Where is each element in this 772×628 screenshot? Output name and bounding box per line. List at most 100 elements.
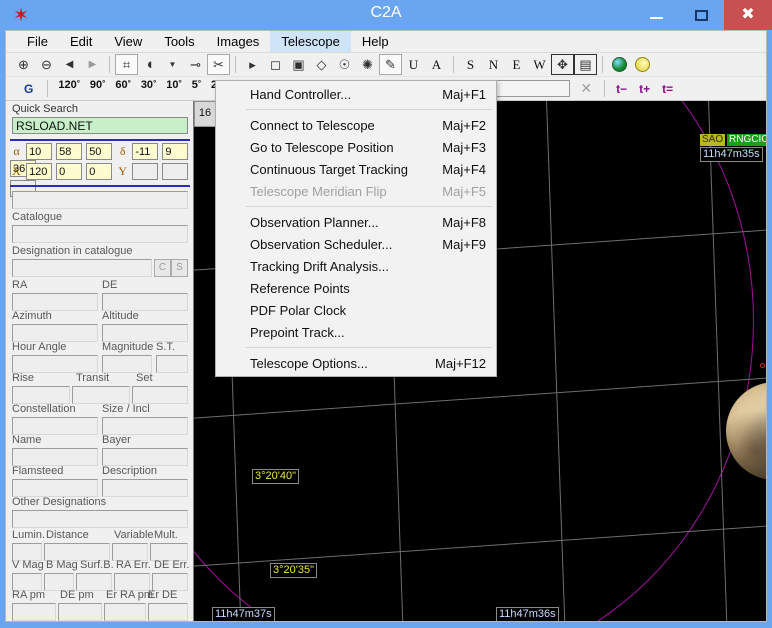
globe-icon[interactable] <box>608 54 631 75</box>
designation-field[interactable] <box>12 259 152 277</box>
pencil-icon[interactable]: ✎ <box>379 54 402 75</box>
time-forward-button[interactable]: t+ <box>633 82 656 96</box>
close-button[interactable]: ✖ <box>724 0 772 30</box>
horizon-icon[interactable]: ◖ <box>138 54 161 75</box>
constellation-field[interactable] <box>12 417 98 435</box>
direction-west-button[interactable]: W <box>528 54 551 75</box>
x3-input[interactable]: 0 <box>86 163 112 180</box>
zoom-out-icon[interactable]: ⊖ <box>35 54 58 75</box>
other-designations-field[interactable] <box>12 510 188 528</box>
menu-item-observation-scheduler[interactable]: Observation Scheduler... Maj+F9 <box>216 233 496 255</box>
menu-images[interactable]: Images <box>206 31 271 52</box>
fov-60-button[interactable]: 60° <box>110 79 135 99</box>
phobos-marker-icon[interactable] <box>760 363 765 368</box>
minimize-button[interactable] <box>634 0 679 30</box>
unknown-tool-f-icon[interactable]: ✺ <box>356 54 379 75</box>
description-field[interactable] <box>102 479 188 497</box>
strip-icon[interactable]: ▤ <box>574 54 597 75</box>
badge-sao[interactable]: SAO <box>700 134 725 146</box>
menu-tools[interactable]: Tools <box>153 31 205 52</box>
menu-item-prepoint-track[interactable]: Prepoint Track... <box>216 321 496 343</box>
transit-field[interactable] <box>72 386 130 404</box>
telescope-dropdown-menu[interactable]: Hand Controller... Maj+F1 Connect to Tel… <box>215 80 497 377</box>
object-name-field[interactable] <box>12 191 188 209</box>
fov-10-button[interactable]: 10° <box>161 79 186 99</box>
menu-help[interactable]: Help <box>351 31 400 52</box>
altitude-field[interactable] <box>102 324 188 342</box>
time-back-button[interactable]: t− <box>610 82 633 96</box>
object-search-input[interactable] <box>496 80 570 97</box>
menu-item-observation-planner[interactable]: Observation Planner... Maj+F8 <box>216 211 496 233</box>
menu-view[interactable]: View <box>103 31 153 52</box>
magnitude-field[interactable] <box>102 355 152 373</box>
menu-file[interactable]: File <box>16 31 59 52</box>
menu-item-tracking-drift-analysis[interactable]: Tracking Drift Analysis... <box>216 255 496 277</box>
x1-input[interactable]: 120 <box>26 163 52 180</box>
quick-search-input[interactable]: RSLOAD.NET <box>12 117 188 134</box>
fov-5-button[interactable]: 5° <box>187 79 206 99</box>
unknown-tool-a-icon[interactable]: ▸ <box>241 54 264 75</box>
er-de-pm-field[interactable] <box>148 603 188 621</box>
letter-a-icon[interactable]: A <box>425 54 448 75</box>
direction-south-button[interactable]: S <box>459 54 482 75</box>
menu-edit[interactable]: Edit <box>59 31 103 52</box>
ra-hours-input[interactable]: 10 <box>26 143 52 160</box>
menu-item-reference-points[interactable]: Reference Points <box>216 277 496 299</box>
time-now-button[interactable]: t= <box>656 82 679 96</box>
de-pm-field[interactable] <box>58 603 102 621</box>
mode-g-button[interactable]: G <box>12 82 42 96</box>
rise-field[interactable] <box>12 386 70 404</box>
menu-item-continuous-target-tracking[interactable]: Continuous Target Tracking Maj+F4 <box>216 158 496 180</box>
y2-input[interactable] <box>162 163 188 180</box>
direction-east-button[interactable]: E <box>505 54 528 75</box>
y1-input[interactable] <box>132 163 158 180</box>
grid-icon[interactable]: ⌗ <box>115 54 138 75</box>
menu-item-hand-controller[interactable]: Hand Controller... Maj+F1 <box>216 83 496 105</box>
moon-icon[interactable] <box>631 54 654 75</box>
x2-input[interactable]: 0 <box>56 163 82 180</box>
menu-item-go-to-telescope-position[interactable]: Go to Telescope Position Maj+F3 <box>216 136 496 158</box>
set-field[interactable] <box>132 386 188 404</box>
de-degrees-input[interactable]: -11 <box>132 143 158 160</box>
fov-90-button[interactable]: 90° <box>85 79 110 99</box>
bayer-field[interactable] <box>102 448 188 466</box>
ra-seconds-input[interactable]: 50 <box>86 143 112 160</box>
catalogue-s-button[interactable]: S <box>171 259 188 277</box>
chart-scroll-indicator[interactable]: 16 <box>194 101 216 127</box>
name-field[interactable] <box>12 448 98 466</box>
azimuth-field[interactable] <box>12 324 98 342</box>
clear-search-icon[interactable]: ✕ <box>573 80 599 97</box>
marker-icon[interactable]: ⊸ <box>184 54 207 75</box>
hour-angle-field[interactable] <box>12 355 98 373</box>
er-ra-pm-field[interactable] <box>104 603 146 621</box>
fov-30-button[interactable]: 30° <box>136 79 161 99</box>
unknown-tool-c-icon[interactable]: ▣ <box>287 54 310 75</box>
unknown-tool-d-icon[interactable]: ◇ <box>310 54 333 75</box>
ra-pm-field[interactable] <box>12 603 56 621</box>
unknown-tool-b-icon[interactable]: ◻ <box>264 54 287 75</box>
unknown-tool-e-icon[interactable]: ☉ <box>333 54 356 75</box>
flamsteed-field[interactable] <box>12 479 98 497</box>
menu-item-pdf-polar-clock[interactable]: PDF Polar Clock <box>216 299 496 321</box>
scissors-icon[interactable]: ✂ <box>207 54 230 75</box>
de-field[interactable] <box>102 293 188 311</box>
fov-120-button[interactable]: 120° <box>53 79 85 99</box>
menu-telescope[interactable]: Telescope <box>270 31 351 52</box>
ra-field[interactable] <box>12 293 98 311</box>
ra-minutes-input[interactable]: 58 <box>56 143 82 160</box>
move-icon[interactable]: ✥ <box>551 54 574 75</box>
letter-u-icon[interactable]: U <box>402 54 425 75</box>
previous-icon[interactable]: ◀ <box>58 54 81 75</box>
next-icon[interactable]: ▶ <box>81 54 104 75</box>
maximize-button[interactable] <box>679 0 724 30</box>
size-incl-field[interactable] <box>102 417 188 435</box>
menu-item-telescope-options[interactable]: Telescope Options... Maj+F12 <box>216 352 496 374</box>
de-minutes-input[interactable]: 9 <box>162 143 188 160</box>
badge-rngcic[interactable]: RNGCIC <box>727 134 767 146</box>
menu-item-connect-to-telescope[interactable]: Connect to Telescope Maj+F2 <box>216 114 496 136</box>
direction-north-button[interactable]: N <box>482 54 505 75</box>
catalogue-field[interactable] <box>12 225 188 243</box>
sidereal-time-field[interactable] <box>156 355 188 373</box>
catalogue-c-button[interactable]: C <box>154 259 171 277</box>
zoom-in-icon[interactable]: ⊕ <box>12 54 35 75</box>
